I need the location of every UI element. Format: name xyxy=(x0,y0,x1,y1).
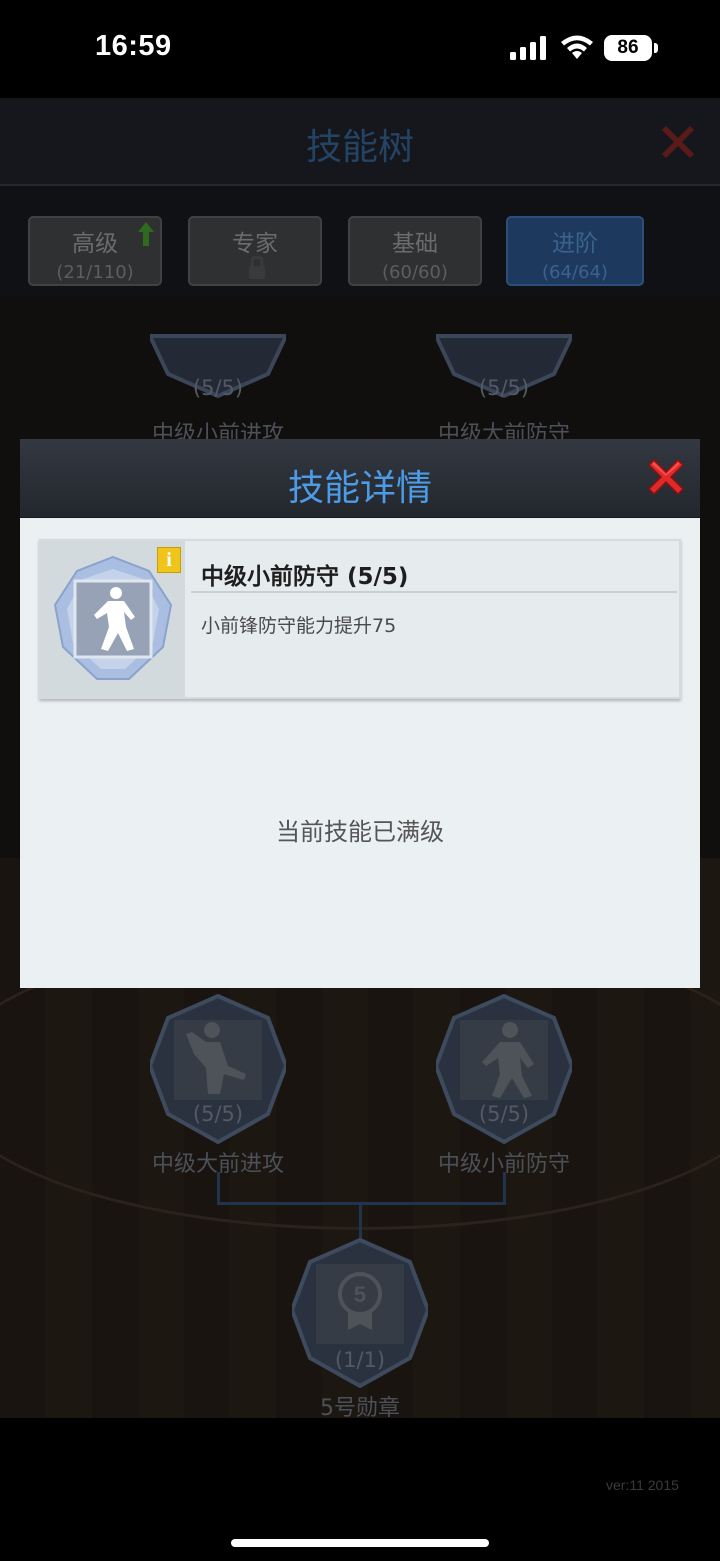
skill-node-pf-offense[interactable]: (5/5) xyxy=(150,994,286,1144)
upgrade-arrow-icon xyxy=(138,222,154,246)
tab-label: 进阶 xyxy=(552,231,598,257)
close-button[interactable] xyxy=(644,455,688,499)
wifi-icon xyxy=(561,35,593,59)
page-title: 技能树 xyxy=(305,127,414,168)
skill-name: 中级小前防守 (5/5) xyxy=(201,564,409,590)
skill-node-sf-defense[interactable]: (5/5) xyxy=(436,994,572,1144)
medal-emblem: 5 xyxy=(354,1282,366,1307)
version-text: ver:11 2015 xyxy=(606,1477,679,1493)
battery-icon: 86 xyxy=(604,35,658,61)
dialog-title: 技能详情 xyxy=(287,468,432,509)
tab-label: 专家 xyxy=(232,231,278,257)
dialog-header: 技能详情 xyxy=(20,439,700,518)
defender-silhouette-icon xyxy=(53,555,173,680)
node-count: (5/5) xyxy=(478,376,530,400)
skill-hexagon-icon xyxy=(436,334,572,399)
node-count: (5/5) xyxy=(478,1102,530,1126)
close-icon[interactable] xyxy=(656,120,700,164)
tab-expert[interactable]: 专家 xyxy=(188,216,322,286)
skill-hexagon-icon xyxy=(150,334,286,399)
tab-progress: (60/60) xyxy=(382,262,448,283)
tab-progress: (21/110) xyxy=(56,262,134,283)
tab-progress: (64/64) xyxy=(542,262,608,283)
status-bar: 16:59 86 xyxy=(0,0,720,98)
node-count: (5/5) xyxy=(192,376,244,400)
node-label: 5号勋章 xyxy=(320,1396,400,1418)
tab-basic[interactable]: 基础 (60/60) xyxy=(348,216,482,286)
tree-connector xyxy=(503,1172,506,1204)
node-count: (1/1) xyxy=(334,1348,386,1372)
tab-advanced[interactable]: 高级 (21/110) xyxy=(28,216,162,286)
skill-tree-header: 技能树 xyxy=(0,98,720,186)
home-indicator[interactable] xyxy=(231,1539,489,1547)
tab-label: 基础 xyxy=(392,231,438,257)
skill-node-pf-defense[interactable]: (5/5) xyxy=(436,284,572,434)
lock-icon xyxy=(249,256,265,279)
status-time: 16:59 xyxy=(95,30,172,62)
skill-node-medal[interactable]: 5 (1/1) xyxy=(292,1238,428,1388)
info-button[interactable]: i xyxy=(157,547,181,573)
tree-connector xyxy=(217,1172,220,1204)
tree-connector xyxy=(359,1202,362,1242)
node-count: (5/5) xyxy=(192,1102,244,1126)
cellular-signal-icon xyxy=(510,36,546,60)
skill-detail-dialog: 技能详情 i 中级小前防守 (5/5) 小前锋防守能力提升75 当前技能已满级 xyxy=(20,439,700,988)
tab-intermediate[interactable]: 进阶 (64/64) xyxy=(506,216,644,286)
skill-card: i 中级小前防守 (5/5) 小前锋防守能力提升75 xyxy=(39,539,681,699)
skill-description: 小前锋防守能力提升75 xyxy=(201,615,397,637)
dialog-body: i 中级小前防守 (5/5) 小前锋防守能力提升75 当前技能已满级 xyxy=(20,518,700,988)
max-level-message: 当前技能已满级 xyxy=(276,818,444,846)
divider xyxy=(191,591,677,593)
skill-node-sf-offense[interactable]: (5/5) xyxy=(150,284,286,434)
battery-level: 86 xyxy=(604,35,652,61)
